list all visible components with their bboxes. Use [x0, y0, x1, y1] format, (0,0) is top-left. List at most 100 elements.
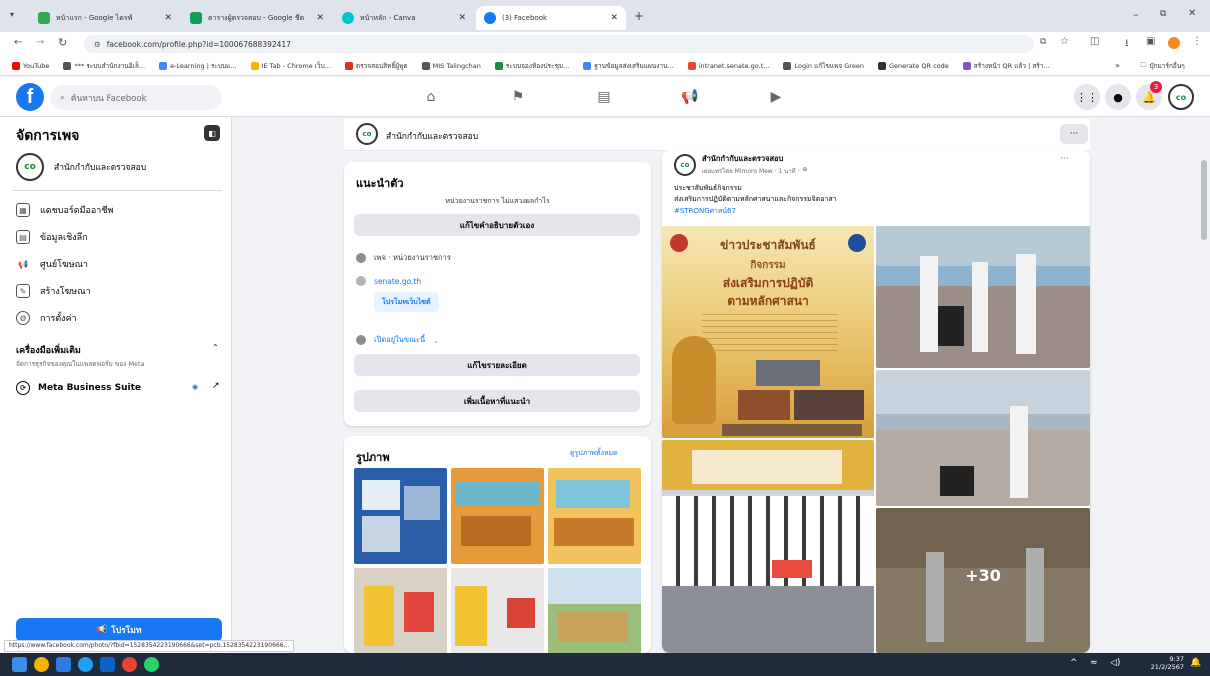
- photo-thumbnail[interactable]: [354, 568, 447, 653]
- bookmark-star-icon[interactable]: ☆: [1060, 36, 1069, 47]
- bookmark-item[interactable]: Login แก้ไขแพจ Green: [783, 61, 864, 71]
- restore-icon[interactable]: ⧉: [1160, 9, 1166, 19]
- bookmark-item[interactable]: ระบบจองห้องประชุม...: [494, 61, 569, 71]
- account-avatar[interactable]: co: [1168, 84, 1194, 110]
- edge-icon[interactable]: [78, 657, 93, 672]
- profile-avatar[interactable]: [1168, 37, 1180, 49]
- browser-tab-1[interactable]: หน้าแรก - Google ไดรฟ์ ✕: [30, 6, 180, 30]
- line-icon[interactable]: [144, 657, 159, 672]
- promote-button[interactable]: 📢 โปรโมท: [16, 618, 222, 642]
- photo-thumbnail[interactable]: [451, 468, 544, 564]
- add-featured-button[interactable]: เพิ่มเนื้อหาที่แนะนำ: [354, 390, 640, 412]
- sidepanel-icon[interactable]: ▣: [1146, 36, 1155, 47]
- bookmark-item[interactable]: ฐานข้อมูลส่งเสริมแผนงาน...: [583, 61, 674, 71]
- extensions-icon[interactable]: ◫: [1090, 36, 1099, 47]
- bookmark-item[interactable]: Generate QR code: [877, 61, 949, 71]
- browser-tab-3[interactable]: หน้าหลัก - Canva ✕: [334, 6, 474, 30]
- sidebar-item-ad-center[interactable]: 📢 ศูนย์โฆษณา: [16, 257, 88, 271]
- collapse-sidebar-icon[interactable]: ◧: [204, 125, 220, 141]
- close-tab-icon[interactable]: ✕: [610, 13, 618, 23]
- facebook-logo[interactable]: f: [16, 83, 44, 111]
- page-logo-icon[interactable]: co: [356, 123, 378, 145]
- bookmark-item[interactable]: intranet.senate.go.t...: [687, 61, 769, 71]
- clock[interactable]: 9:37 21/2/2567: [1150, 655, 1184, 671]
- close-window-icon[interactable]: ✕: [1188, 8, 1196, 19]
- page-header-bar: co สำนักกำกับและตรวจสอบ ···: [344, 119, 1090, 151]
- post-author-name[interactable]: สำนักกำกับและตรวจสอบ: [702, 153, 783, 165]
- edit-bio-button[interactable]: แก้ไขคำอธิบายตัวเอง: [354, 214, 640, 236]
- photo-thumbnail[interactable]: [354, 468, 447, 564]
- menu-icon[interactable]: ⋮: [1192, 36, 1202, 47]
- app-taskbar-icon[interactable]: [34, 657, 49, 672]
- sidebar-item-settings[interactable]: ⚙ การตั้งค่า: [16, 311, 77, 325]
- photo-thumbnail[interactable]: [451, 568, 544, 653]
- volume-icon[interactable]: ◁): [1110, 658, 1120, 668]
- marketplace-icon[interactable]: ▤: [593, 87, 615, 107]
- tab-label: ตารางผู้ตรวจสอบ - Google ชีต: [208, 13, 305, 22]
- sidebar-item-insights[interactable]: ▤ ข้อมูลเชิงลึก: [16, 230, 88, 244]
- chrome-icon[interactable]: [122, 657, 137, 672]
- close-tab-icon[interactable]: ✕: [316, 13, 324, 23]
- new-tab-button[interactable]: +: [634, 9, 644, 23]
- back-icon[interactable]: ←: [14, 37, 22, 48]
- sidebar-item-dashboard[interactable]: ▦ แดชบอร์ดมืออาชีพ: [16, 203, 113, 217]
- cast-icon[interactable]: ⧉: [1040, 37, 1046, 47]
- bookmark-item[interactable]: สร้างหน้า QR แล้ว | สร้า...: [962, 61, 1050, 71]
- photo-thumbnail[interactable]: [548, 468, 641, 564]
- more-bookmarks-icon[interactable]: »: [1115, 61, 1120, 70]
- bookmark-item[interactable]: YouTube: [12, 61, 49, 71]
- file-explorer-icon[interactable]: [56, 657, 71, 672]
- sidebar-item-create-ad[interactable]: ✎ สร้างโฆษณา: [16, 284, 91, 298]
- wifi-icon[interactable]: ≈: [1090, 658, 1098, 668]
- post-photo-more[interactable]: +30: [876, 508, 1090, 653]
- photo-thumbnail[interactable]: [548, 568, 641, 653]
- post-photo-cleaning-1[interactable]: [876, 226, 1090, 368]
- post-photo-poster[interactable]: ข่าวประชาสัมพันธ์ กิจกรรม ส่งเสริมการปฏิ…: [662, 226, 874, 438]
- promote-website-button[interactable]: โปรโมทเว็บไซต์: [374, 292, 439, 312]
- post-photo-cleaning-2[interactable]: [876, 370, 1090, 506]
- reload-icon[interactable]: ↻: [58, 36, 67, 49]
- messenger-icon[interactable]: ●: [1105, 84, 1131, 110]
- store-icon[interactable]: [100, 657, 115, 672]
- tab-search-icon[interactable]: ▾: [10, 10, 14, 19]
- more-tools-title: เครื่องมือเพิ่มเติม: [16, 346, 81, 356]
- bookmark-item[interactable]: ตรวจสอบสิทธิ์ผู้พูด: [344, 61, 408, 71]
- close-tab-icon[interactable]: ✕: [458, 13, 466, 23]
- bookmark-item[interactable]: *** ระบบสำนักงานอิเล็...: [63, 61, 145, 71]
- download-icon[interactable]: ⭳: [1125, 36, 1129, 53]
- chevron-up-icon[interactable]: ⌃: [212, 343, 219, 352]
- post-photo-group[interactable]: [662, 440, 874, 653]
- home-icon[interactable]: ⌂: [420, 87, 442, 107]
- bookmark-item[interactable]: IE Tab - Chrome เว็บ...: [250, 61, 331, 71]
- other-bookmarks[interactable]: 🗀 บุ๊กมาร์กอื่นๆ: [1140, 61, 1185, 72]
- minimize-icon[interactable]: –: [1133, 8, 1139, 21]
- pages-flag-icon[interactable]: ⚑: [507, 87, 529, 107]
- post-author-avatar[interactable]: co: [674, 154, 696, 176]
- video-icon[interactable]: ▶: [765, 87, 787, 107]
- apps-menu-icon[interactable]: ⋮⋮: [1074, 84, 1100, 110]
- meta-business-suite-link[interactable]: ⟳ Meta Business Suite: [16, 381, 141, 395]
- browser-tab-2[interactable]: ตารางผู้ตรวจสอบ - Google ชีต ✕: [182, 6, 332, 30]
- facebook-search-input[interactable]: ⌕ ค้นหาบน Facebook: [50, 85, 222, 110]
- page-scrollbar[interactable]: [1201, 160, 1207, 240]
- see-all-photos-link[interactable]: ดูรูปภาพทั้งหมด: [570, 448, 618, 459]
- sidebar-page-switcher[interactable]: co สำนักกำกับและตรวจสอบ: [16, 153, 146, 181]
- edit-details-button[interactable]: แก้ไขรายละเอียด: [354, 354, 640, 376]
- site-info-icon[interactable]: ⚙: [94, 40, 101, 49]
- chevron-up-icon[interactable]: ^: [1070, 658, 1078, 668]
- url-input[interactable]: ⚙ facebook.com/profile.php?id=1000676883…: [84, 35, 1034, 53]
- bookmark-item[interactable]: e-Learning | ระบบแ...: [159, 61, 237, 71]
- post-hashtag[interactable]: #STRONGศาสน์67: [674, 206, 736, 217]
- website-link[interactable]: senate.go.th: [374, 277, 421, 286]
- external-link-icon[interactable]: ↗: [212, 381, 220, 391]
- notification-icon[interactable]: 🔔: [1190, 658, 1201, 668]
- forward-icon[interactable]: →: [36, 37, 44, 48]
- status-row[interactable]: เปิดอยู่ในขณะนี้ ⌄: [356, 334, 439, 346]
- bookmark-item[interactable]: MIS Talingchan: [421, 61, 481, 71]
- ads-megaphone-icon[interactable]: 📢: [679, 87, 701, 107]
- browser-tab-4[interactable]: (3) Facebook ✕: [476, 6, 626, 30]
- post-more-button[interactable]: ···: [1060, 154, 1069, 164]
- start-windows-icon[interactable]: [12, 657, 27, 672]
- close-tab-icon[interactable]: ✕: [164, 13, 172, 23]
- page-more-button[interactable]: ···: [1060, 124, 1088, 144]
